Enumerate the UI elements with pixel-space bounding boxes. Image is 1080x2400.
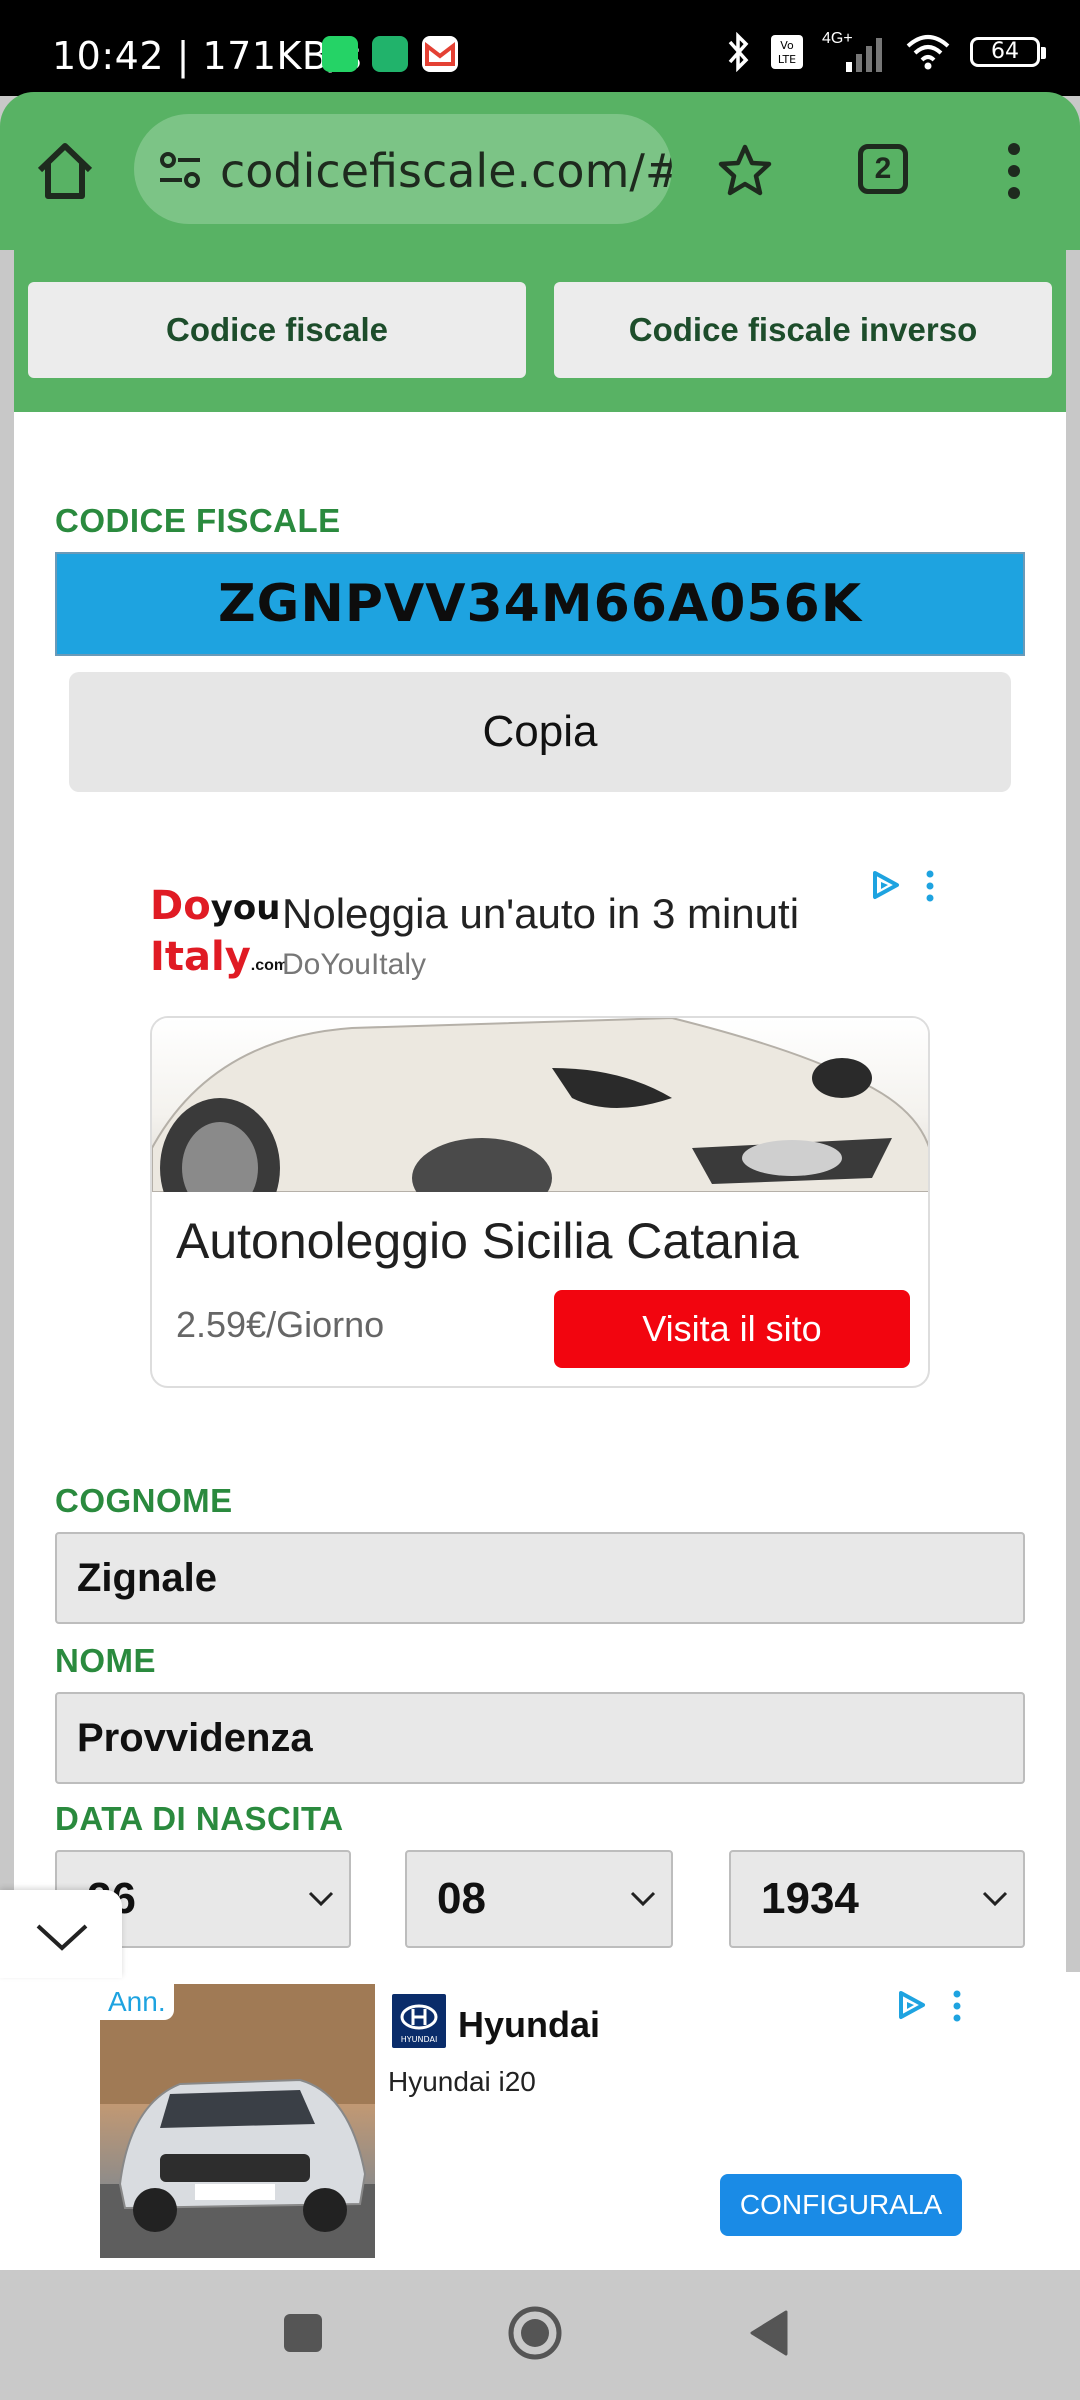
more-vert-icon[interactable] bbox=[1000, 136, 1028, 206]
hyundai-logo-text: HYUNDAI bbox=[401, 2035, 438, 2044]
ad-options-icon[interactable] bbox=[925, 870, 935, 902]
logo-italy: Italy bbox=[150, 934, 251, 980]
month-value: 08 bbox=[437, 1874, 486, 1923]
ad-title[interactable]: Noleggia un'auto in 3 minuti bbox=[282, 890, 799, 938]
battery-icon: 64 bbox=[970, 37, 1046, 67]
tab-switcher-button[interactable]: 2 bbox=[858, 144, 908, 194]
address-bar[interactable]: codicefiscale.com/#c bbox=[134, 114, 672, 224]
codice-fiscale-result: ZGNPVV34M66A056K bbox=[55, 552, 1025, 656]
tab-codice-fiscale-inverso[interactable]: Codice fiscale inverso bbox=[554, 282, 1052, 378]
ad-headline: Autonoleggio Sicilia Catania bbox=[176, 1213, 799, 1269]
doyouitaly-logo: Doyou Italy.com bbox=[150, 883, 288, 986]
system-nav-bar bbox=[0, 2270, 1080, 2400]
ad-options-icon[interactable] bbox=[952, 1990, 962, 2022]
status-bar: 10:42 | 171KB/s Vo LTE 4G+ 64 bbox=[0, 0, 1080, 96]
recent-apps-icon[interactable] bbox=[282, 2312, 324, 2354]
back-nav-icon[interactable] bbox=[746, 2308, 790, 2358]
shield-app-icon bbox=[372, 36, 408, 72]
adchoices-icon[interactable] bbox=[896, 1990, 926, 2020]
site-settings-icon[interactable] bbox=[158, 150, 202, 190]
page-scrollbar[interactable] bbox=[1066, 250, 1080, 1970]
tab-count: 2 bbox=[874, 152, 892, 185]
visit-site-button[interactable]: Visita il sito bbox=[554, 1290, 910, 1368]
codice-fiscale-label: CODICE FISCALE bbox=[55, 502, 341, 539]
svg-text:LTE: LTE bbox=[778, 53, 796, 66]
chevron-down-icon bbox=[982, 1891, 1008, 1907]
status-icons: Vo LTE 4G+ 64 bbox=[726, 30, 1046, 74]
home-icon[interactable] bbox=[30, 136, 100, 206]
bluetooth-icon bbox=[728, 32, 749, 72]
chevron-down-icon bbox=[630, 1891, 656, 1907]
data-nascita-label: DATA DI NASCITA bbox=[55, 1800, 344, 1837]
nome-input[interactable]: Provvidenza bbox=[55, 1692, 1025, 1784]
adchoices-icon[interactable] bbox=[870, 870, 900, 900]
cognome-label: COGNOME bbox=[55, 1482, 233, 1519]
hyundai-logo: HYUNDAI bbox=[392, 1994, 446, 2048]
logo-do: Do bbox=[150, 883, 211, 929]
cognome-input[interactable]: Zignale bbox=[55, 1532, 1025, 1624]
whatsapp-icon bbox=[322, 36, 358, 72]
ad-price: 2.59€/Giorno bbox=[176, 1304, 385, 1345]
gmail-icon bbox=[422, 36, 458, 72]
logo-you: you bbox=[210, 888, 281, 928]
url-text: codicefiscale.com/#c bbox=[220, 144, 672, 198]
ad-model: Hyundai i20 bbox=[388, 2066, 536, 2097]
browser-toolbar: codicefiscale.com/#c 2 bbox=[0, 92, 1080, 250]
home-nav-icon[interactable] bbox=[506, 2304, 564, 2362]
chevron-down-icon bbox=[308, 1891, 334, 1907]
copy-button[interactable]: Copia bbox=[69, 672, 1011, 792]
year-value: 1934 bbox=[761, 1874, 859, 1923]
status-time: 10:42 | 171KB/s bbox=[52, 34, 363, 78]
month-select[interactable]: 08 bbox=[405, 1850, 673, 1948]
battery-level: 64 bbox=[991, 39, 1019, 64]
nome-label: NOME bbox=[55, 1642, 156, 1679]
ad-advertiser: DoYouItaly bbox=[282, 948, 426, 981]
ad-card[interactable]: Autonoleggio Sicilia Catania 2.59€/Giorn… bbox=[150, 1016, 930, 1388]
tab-codice-fiscale[interactable]: Codice fiscale bbox=[28, 282, 526, 378]
configurala-button[interactable]: CONFIGURALA bbox=[720, 2174, 962, 2236]
cellular-signal-icon: 4G+ bbox=[822, 30, 886, 74]
ad-brand[interactable]: Hyundai bbox=[458, 2004, 600, 2046]
volte-icon: VoLTE bbox=[771, 35, 803, 69]
chevron-down-icon bbox=[36, 1924, 88, 1951]
hyundai-car-image[interactable] bbox=[100, 1984, 375, 2258]
ad-car-image bbox=[152, 1018, 928, 1238]
bookmark-star-icon[interactable] bbox=[716, 142, 774, 200]
svg-text:Vo: Vo bbox=[780, 39, 794, 52]
ad-badge: Ann. bbox=[100, 1984, 174, 2020]
year-select[interactable]: 1934 bbox=[729, 1850, 1025, 1948]
collapse-ad-button[interactable] bbox=[0, 1890, 122, 1978]
wifi-icon bbox=[906, 35, 950, 70]
